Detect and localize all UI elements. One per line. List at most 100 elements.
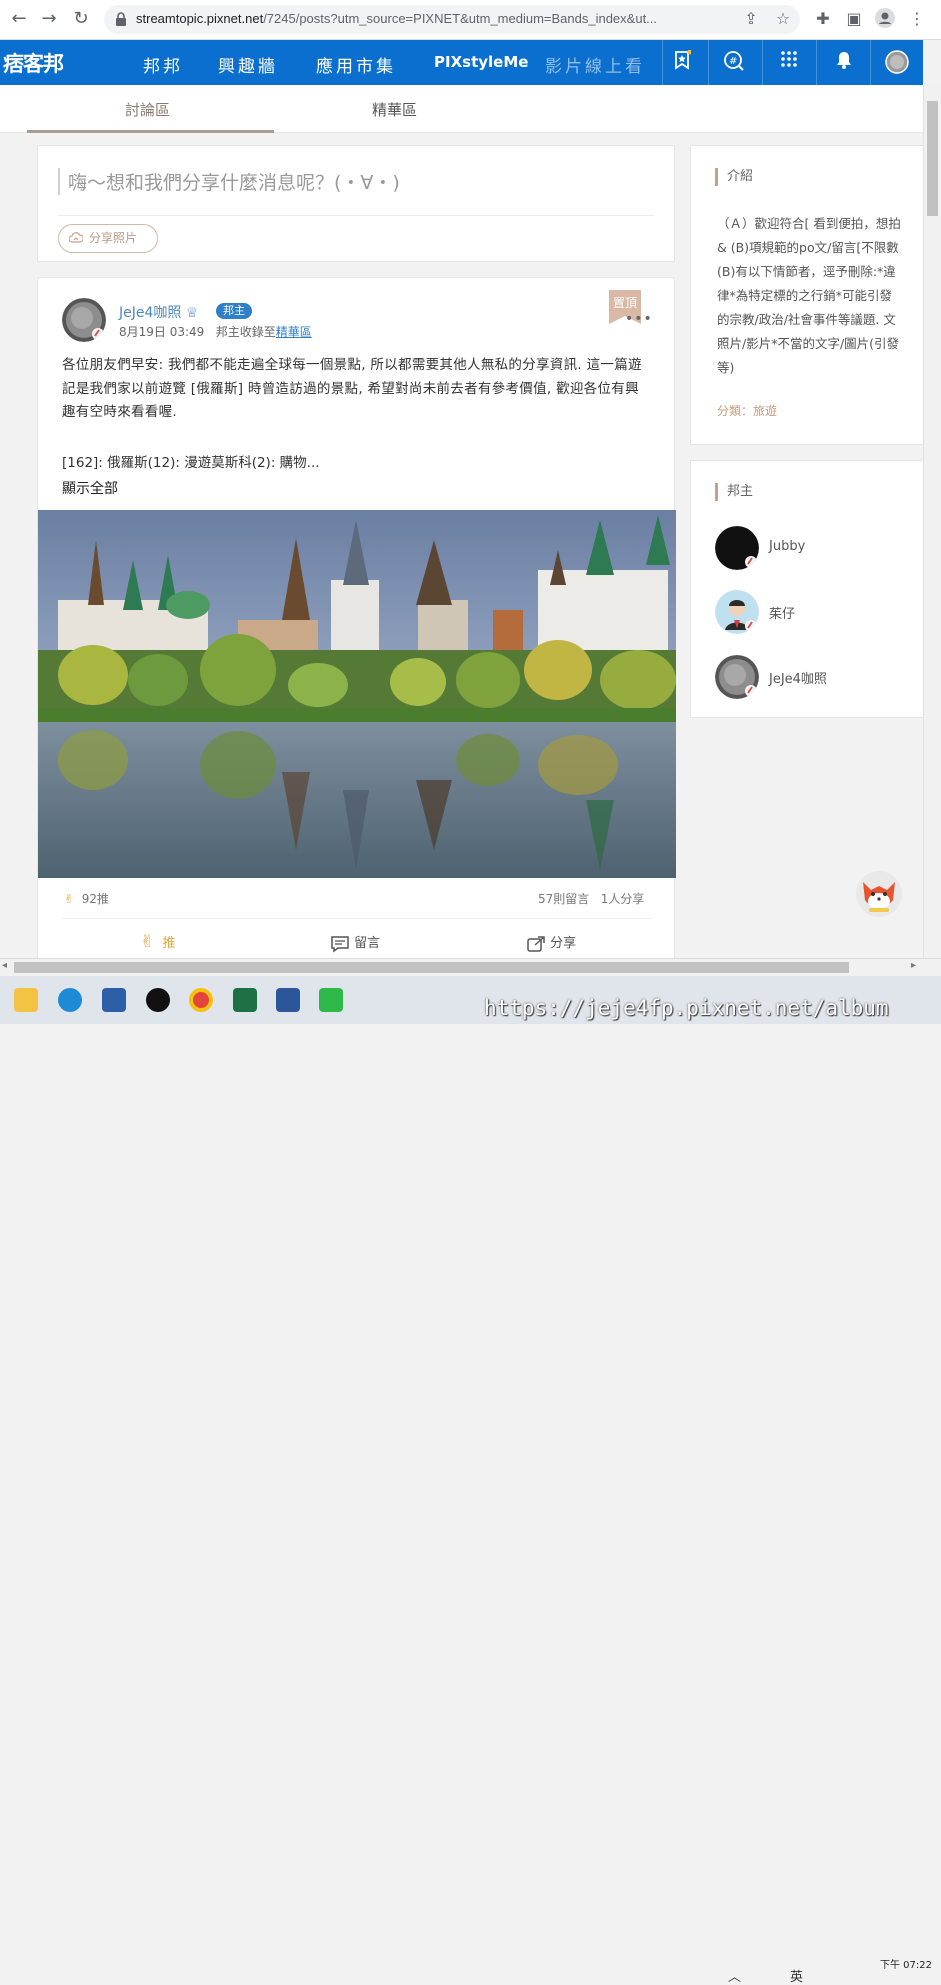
- address-bar[interactable]: streamtopic.pixnet.net/7245/posts?utm_so…: [104, 5, 800, 34]
- comment-icon: [331, 935, 349, 952]
- intro-text: （Ａ）歡迎符合[ 看到便拍，想拍 & (B)項規範的po文/留言[不限數 (B)…: [717, 212, 924, 380]
- word-icon[interactable]: [276, 988, 300, 1012]
- owner-avatar-jubby[interactable]: [715, 526, 759, 570]
- featured-link[interactable]: 精華區: [276, 325, 312, 339]
- intro-line: 的宗教/政治/社會事件等議題. 文: [717, 312, 896, 327]
- nav-bangbang[interactable]: 邦邦: [143, 52, 183, 77]
- post-stats: 57則留言 1人分享: [538, 890, 644, 907]
- nav-interest-wall[interactable]: 興趣牆: [218, 52, 278, 77]
- owner-avatar-jeje4[interactable]: [715, 655, 759, 699]
- tray-chevron-icon[interactable]: ︿: [728, 1966, 741, 1985]
- nav-video[interactable]: 影片線上看: [545, 52, 645, 77]
- edge-browser-icon[interactable]: [58, 988, 82, 1012]
- divider: [816, 40, 817, 85]
- owners-card: 邦主 Jubby 茱仔 JeJe4咖照: [690, 460, 925, 718]
- ime-indicator[interactable]: 英: [790, 1966, 803, 1985]
- chrome-icon[interactable]: [189, 988, 213, 1012]
- tab-featured[interactable]: 精華區: [372, 99, 417, 120]
- owner-avatar-zhuzai[interactable]: [715, 590, 759, 634]
- comment-count[interactable]: 57則留言: [538, 892, 589, 906]
- intro-line: 律*為特定標的之行銷*可能引發: [717, 288, 893, 303]
- comment-button[interactable]: 留言: [330, 932, 380, 953]
- store-icon[interactable]: [102, 988, 126, 1012]
- tab-discussion[interactable]: 討論區: [125, 99, 170, 120]
- side-panel-icon[interactable]: ▣: [843, 8, 865, 30]
- like-count-text: 92推: [81, 892, 109, 906]
- site-logo[interactable]: 痞客邦: [3, 48, 64, 78]
- apps-grid-icon[interactable]: [777, 50, 801, 74]
- post-author-name[interactable]: JeJe4咖照 ♕: [119, 302, 198, 322]
- intro-line: (B)有以下情節者，逕予刪除:*違: [717, 264, 896, 279]
- share-icon: [527, 935, 545, 952]
- extensions-icon[interactable]: ✚: [812, 8, 834, 30]
- horizontal-scrollbar[interactable]: ◂ ▸: [0, 958, 941, 976]
- tiktok-icon[interactable]: [146, 988, 170, 1012]
- bookmark-icon[interactable]: [670, 49, 694, 74]
- post-body: 各位朋友們早安: 我們都不能走遍全球每一個景點, 所以都需要其他人無私的分享資訊…: [62, 357, 642, 420]
- intro-title: 介紹: [715, 168, 753, 186]
- excel-icon[interactable]: [233, 988, 257, 1012]
- comment-label: 留言: [354, 936, 381, 951]
- post-photo[interactable]: [38, 510, 676, 878]
- intro-line: （Ａ）歡迎符合[ 看到便拍，想拍: [717, 216, 901, 231]
- like-thumb-icon: ✌: [64, 892, 75, 906]
- share-page-icon[interactable]: ⇪: [740, 8, 762, 30]
- post-card: JeJe4咖照 ♕ 邦主 8月19日 03:49 邦主收錄至精華區 置頂 •••…: [37, 277, 676, 967]
- horizontal-scroll-thumb[interactable]: [14, 962, 849, 973]
- clock[interactable]: 下午 07:22: [880, 1960, 932, 1972]
- nav-pixstyleme[interactable]: PIXstyleMe: [434, 53, 528, 71]
- vertical-scrollbar[interactable]: [923, 85, 941, 958]
- like-count[interactable]: ✌ 92推: [64, 890, 109, 907]
- board-tabs: 討論區 精華區: [0, 85, 923, 133]
- reload-icon[interactable]: ↻: [70, 8, 92, 30]
- url-watermark: https://jeje4fp.pixnet.net/album: [484, 996, 889, 1020]
- owner-name[interactable]: JeJe4咖照: [769, 668, 827, 687]
- compose-input[interactable]: 嗨～想和我們分享什麼消息呢？(・∀・): [58, 168, 400, 195]
- svg-text:#: #: [729, 56, 737, 67]
- browser-toolbar: ← → ↻ streamtopic.pixnet.net/7245/posts?…: [0, 0, 941, 40]
- search-icon[interactable]: #: [722, 50, 746, 74]
- like-button[interactable]: ✌ 推: [140, 932, 176, 952]
- address-url: streamtopic.pixnet.net/7245/posts?utm_so…: [136, 11, 658, 26]
- file-explorer-icon[interactable]: [14, 988, 38, 1012]
- divider: [870, 40, 871, 85]
- chrome-menu-icon[interactable]: ⋮: [906, 8, 928, 30]
- intro-line: 等): [717, 360, 735, 375]
- forward-icon[interactable]: →: [38, 8, 60, 30]
- cloud-photo-icon: [69, 232, 83, 243]
- show-all-link[interactable]: 顯示全部: [62, 478, 118, 498]
- author-avatar[interactable]: [62, 298, 106, 342]
- share-count[interactable]: 1人分享: [601, 892, 645, 906]
- owner-badge: 邦主: [216, 303, 252, 319]
- divider: [62, 918, 652, 919]
- owners-title: 邦主: [715, 483, 753, 501]
- intro-line: 照片/影片*不當的文字/圖片(引發: [717, 336, 900, 351]
- divider: [662, 40, 663, 85]
- owner-name[interactable]: 茱仔: [769, 603, 795, 622]
- lock-icon: [116, 12, 126, 26]
- fox-helper-icon[interactable]: [855, 868, 903, 918]
- intro-card: 介紹 （Ａ）歡迎符合[ 看到便拍，想拍 & (B)項規範的po文/留言[不限數 …: [690, 145, 925, 445]
- share-label: 分享: [550, 936, 577, 951]
- share-button[interactable]: 分享: [526, 932, 576, 953]
- pinned-label: 置頂: [613, 296, 638, 310]
- back-icon[interactable]: ←: [8, 8, 30, 30]
- intro-line: & (B)項規範的po文/留言[不限數: [717, 240, 899, 255]
- notification-bell-icon[interactable]: [832, 50, 856, 74]
- share-photo-button[interactable]: 分享照片: [58, 224, 158, 253]
- profile-icon[interactable]: [874, 8, 896, 30]
- like-icon: ✌: [140, 932, 155, 952]
- bookmark-star-icon[interactable]: ☆: [772, 8, 794, 30]
- user-avatar-icon[interactable]: [885, 50, 909, 74]
- scroll-right-arrow-icon[interactable]: ▸: [911, 960, 916, 971]
- line-app-icon[interactable]: [319, 988, 343, 1012]
- active-tab-indicator: [27, 130, 274, 133]
- nav-app-market[interactable]: 應用市集: [316, 52, 396, 77]
- post-meta: 8月19日 03:49 邦主收錄至精華區: [119, 323, 312, 340]
- owner-name[interactable]: Jubby: [769, 539, 805, 554]
- more-options-icon[interactable]: •••: [625, 311, 653, 327]
- vertical-scroll-thumb[interactable]: [927, 101, 938, 216]
- scroll-left-arrow-icon[interactable]: ◂: [2, 960, 7, 971]
- post-tags[interactable]: [162]: 俄羅斯(12): 漫遊莫斯科(2): 購物...: [62, 451, 320, 471]
- category-label[interactable]: 分類：旅遊: [717, 402, 777, 419]
